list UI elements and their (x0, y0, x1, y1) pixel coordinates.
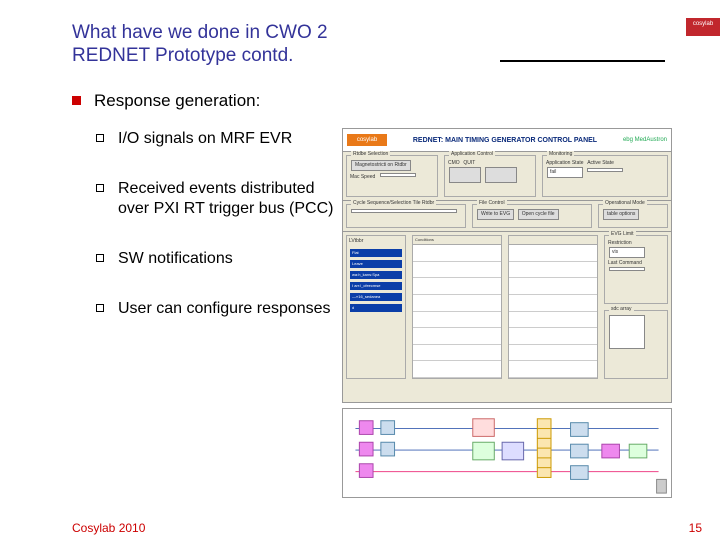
panel-mid-row: Cycle Sequence/Selection Tile Rtdbr File… (343, 201, 671, 232)
group-app-control: Application Control CMO QUIT (444, 155, 536, 197)
title-line-1: What have we done in CWO 2 (72, 22, 342, 45)
restriction-field[interactable]: vis (609, 247, 645, 258)
bullet-item: Received events distributed over PXI RT … (72, 179, 347, 219)
bullet-text: User can configure responses (118, 300, 331, 317)
table-row[interactable] (509, 312, 597, 329)
group-label: sdc array (609, 306, 634, 312)
list-item[interactable]: I arr:l_cfeecmse (350, 282, 402, 290)
rtdb-button[interactable]: Magnetostricti on Rtdbr (351, 160, 411, 171)
app-state-label: Application State (546, 160, 584, 166)
table-row[interactable] (413, 295, 501, 312)
last-cmd-field[interactable] (609, 267, 645, 271)
block-diagram-screenshot (342, 408, 672, 498)
heading-text: Response generation: (94, 91, 260, 110)
header-underline (500, 60, 665, 62)
table-row[interactable] (413, 262, 501, 279)
write-evg-button[interactable]: Write to EVG (477, 209, 514, 220)
active-state-label: Active State (587, 160, 614, 166)
group-monitoring: Monitoring Application State Active Stat… (542, 155, 668, 197)
table-row[interactable] (509, 345, 597, 362)
title-line-2: REDNET Prototype contd. (72, 45, 342, 68)
bullet-level1: Response generation: (72, 90, 347, 111)
table-row[interactable] (413, 312, 501, 329)
list-item[interactable]: Leave (350, 260, 402, 268)
table-row[interactable] (509, 361, 597, 378)
sdc-array-field[interactable] (609, 315, 645, 349)
table-row[interactable] (509, 262, 597, 279)
group-cycle: Cycle Sequence/Selection Tile Rtdbr (346, 204, 466, 228)
hollow-square-icon (96, 184, 104, 192)
quit-label: QUIT (463, 160, 475, 166)
group-op-mode: Operational Mode table options (598, 204, 668, 228)
cosylab-logo-icon: cosylab (347, 134, 387, 146)
group-label: EVG Limit (609, 231, 636, 237)
group-file-control: File Control Write to EVG Open cycle fil… (472, 204, 592, 228)
group-label: Operational Mode (603, 200, 647, 206)
bullet-text: SW notifications (118, 250, 233, 267)
table-row[interactable] (509, 295, 597, 312)
hollow-square-icon (96, 304, 104, 312)
last-cmd-label: Last Command (608, 260, 642, 266)
bullet-item: User can configure responses (72, 299, 347, 319)
table-row[interactable] (509, 278, 597, 295)
table-row[interactable] (413, 245, 501, 262)
cmo-button[interactable] (449, 167, 481, 183)
list-item[interactable]: d (350, 304, 402, 312)
group-label: Cycle Sequence/Selection Tile Rtdbr (351, 200, 436, 206)
panel-header: cosylab REDNET: MAIN TIMING GENERATOR CO… (343, 129, 671, 152)
medaustron-brand: ebg MedAustron (623, 137, 667, 143)
bullet-item: SW notifications (72, 249, 347, 269)
grid-col-2 (508, 235, 598, 379)
app-state-field[interactable]: fail (547, 167, 583, 178)
group-sdc-array: sdc array (604, 310, 668, 379)
group-label: Application Control (449, 151, 495, 157)
hollow-square-icon (96, 254, 104, 262)
table-row[interactable] (413, 328, 501, 345)
group-rtdb: Rtdbe Selection Magnetostricti on Rtdbr … (346, 155, 438, 197)
page-number: 15 (689, 521, 702, 535)
table-row[interactable] (413, 361, 501, 378)
group-evg-limit: EVG Limit Restriction vis Last Command (604, 235, 668, 304)
panel-top-row: Rtdbe Selection Magnetostricti on Rtdbr … (343, 152, 671, 201)
table-row[interactable] (413, 278, 501, 295)
bullet-item: I/O signals on MRF EVR (72, 129, 347, 149)
footer-text: Cosylab 2010 (72, 521, 145, 535)
col-header: Conditions (413, 236, 501, 245)
group-label: Monitoring (547, 151, 574, 157)
op-mode-field[interactable]: table options (603, 209, 639, 220)
panel-grid-row: LVtbbr Flat Leave wa:h_kans:Spa I arr:l_… (343, 232, 671, 382)
bullet-text: Received events distributed over PXI RT … (118, 180, 333, 217)
mac-speed-label: Mac Speed (350, 174, 375, 180)
cycle-list: LVtbbr Flat Leave wa:h_kans:Spa I arr:l_… (346, 235, 406, 379)
cmo-label: CMO (448, 160, 460, 166)
list-item[interactable]: wa:h_kans:Spa (350, 271, 402, 279)
table-row[interactable] (413, 345, 501, 362)
labview-diagram-icon (343, 409, 671, 497)
slide-title: What have we done in CWO 2 REDNET Protot… (72, 22, 342, 68)
open-cycle-button[interactable]: Open cycle file (518, 209, 559, 220)
body-text: Response generation: I/O signals on MRF … (72, 80, 347, 349)
group-label: Rtdbe Selection (351, 151, 390, 157)
control-panel-screenshot: cosylab REDNET: MAIN TIMING GENERATOR CO… (342, 128, 672, 403)
hollow-square-icon (96, 134, 104, 142)
square-bullet-icon (72, 96, 81, 105)
right-side-groups: EVG Limit Restriction vis Last Command s… (601, 232, 671, 382)
col-header (509, 236, 597, 245)
table-row[interactable] (509, 245, 597, 262)
mac-speed-field[interactable] (380, 173, 416, 177)
list-item[interactable]: —»16_sedanea (350, 293, 402, 301)
list-item[interactable]: Flat (350, 249, 402, 257)
restriction-label: Restriction (608, 240, 632, 246)
group-label: File Control (477, 200, 507, 206)
active-state-field[interactable] (587, 168, 623, 172)
quit-button[interactable] (485, 167, 517, 183)
bullet-text: I/O signals on MRF EVR (118, 130, 292, 147)
grid-conditions: Conditions (412, 235, 502, 379)
panel-title: REDNET: MAIN TIMING GENERATOR CONTROL PA… (391, 137, 619, 144)
list-label: LVtbbr (347, 236, 405, 246)
cosylab-tab-logo: cosylab (686, 18, 720, 36)
slide: cosylab What have we done in CWO 2 REDNE… (0, 0, 720, 553)
table-row[interactable] (509, 328, 597, 345)
cycle-seq-field[interactable] (351, 209, 457, 213)
